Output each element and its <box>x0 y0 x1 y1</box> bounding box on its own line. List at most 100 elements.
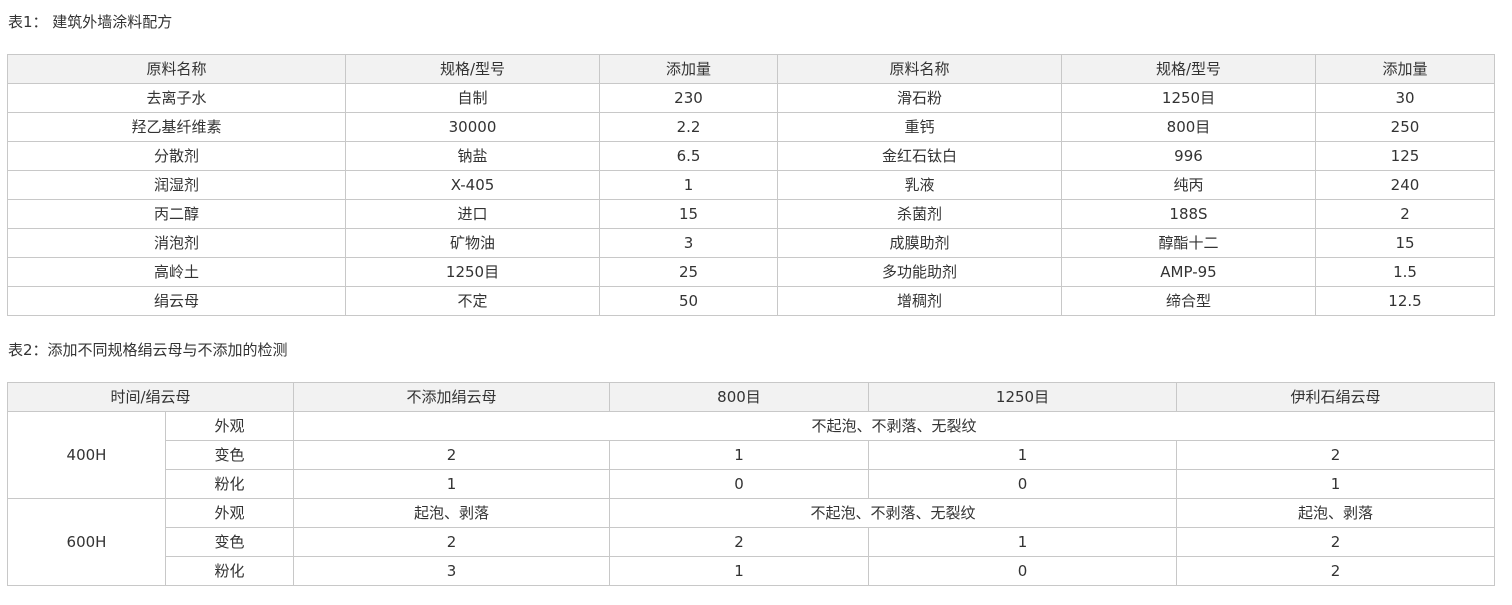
table-cell: 30 <box>1315 83 1495 113</box>
table-cell: 2 <box>293 440 610 470</box>
row-label: 粉化 <box>165 469 294 499</box>
table-cell: 800目 <box>1061 112 1316 142</box>
table1-header-row: 原料名称 规格/型号 添加量 原料名称 规格/型号 添加量 <box>7 54 1495 84</box>
table-cell: 增稠剂 <box>777 286 1062 316</box>
table-cell: 30000 <box>345 112 600 142</box>
table-row: 消泡剂 矿物油 3 成膜助剂 醇酯十二 15 <box>7 228 1495 258</box>
table-row: 分散剂 钠盐 6.5 金红石钛白 996 125 <box>7 141 1495 171</box>
merged-cell: 不起泡、不剥落、无裂纹 <box>609 498 1177 528</box>
header-spec: 规格/型号 <box>345 54 600 84</box>
merged-cell: 不起泡、不剥落、无裂纹 <box>293 411 1495 441</box>
table-cell: 1250目 <box>345 257 600 287</box>
table-cell: 绢云母 <box>7 286 346 316</box>
header-illite-mica: 伊利石绢云母 <box>1176 382 1495 412</box>
table-row: 去离子水 自制 230 滑石粉 1250目 30 <box>7 83 1495 113</box>
table-cell: 1 <box>609 556 869 586</box>
table-cell: 1.5 <box>1315 257 1495 287</box>
table-cell: 1250目 <box>1061 83 1316 113</box>
table-cell: 缔合型 <box>1061 286 1316 316</box>
table-cell: 成膜助剂 <box>777 228 1062 258</box>
table-cell: 重钙 <box>777 112 1062 142</box>
header-800-mesh: 800目 <box>609 382 869 412</box>
table-cell: 乳液 <box>777 170 1062 200</box>
table-cell: 50 <box>599 286 778 316</box>
table-row: 润湿剂 X-405 1 乳液 纯丙 240 <box>7 170 1495 200</box>
test-results-table: 时间/绢云母 不添加绢云母 800目 1250目 伊利石绢云母 400H 外观 … <box>7 382 1495 586</box>
table-cell: 1 <box>609 440 869 470</box>
table-row: 600H 外观 起泡、剥落 不起泡、不剥落、无裂纹 起泡、剥落 <box>7 498 1495 586</box>
table-cell: 6.5 <box>599 141 778 171</box>
time-cell-400h: 400H <box>7 411 166 499</box>
header-no-mica: 不添加绢云母 <box>293 382 610 412</box>
table-row: 粉化 1 0 0 1 <box>8 469 1495 499</box>
table-cell: 1 <box>599 170 778 200</box>
table-cell: 1 <box>1176 469 1495 499</box>
table-cell: 2 <box>1315 199 1495 229</box>
table-cell: 250 <box>1315 112 1495 142</box>
table-cell: 3 <box>293 556 610 586</box>
table-row: 变色 2 1 1 2 <box>8 440 1495 470</box>
table-row: 400H 外观 不起泡、不剥落、无裂纹 <box>7 411 1495 499</box>
table-cell: 2 <box>1176 527 1495 557</box>
table-cell: 纯丙 <box>1061 170 1316 200</box>
table-row: 变色 2 2 1 2 <box>8 527 1495 557</box>
formula-table: 原料名称 规格/型号 添加量 原料名称 规格/型号 添加量 去离子水 自制 23… <box>7 54 1495 316</box>
row-label: 变色 <box>165 440 294 470</box>
header-amount: 添加量 <box>599 54 778 84</box>
table-cell: 15 <box>1315 228 1495 258</box>
table-cell: 15 <box>599 199 778 229</box>
table-cell: 1 <box>868 527 1177 557</box>
table2-caption: 表2：添加不同规格绢云母与不添加的检测 <box>8 341 288 359</box>
table-cell: 不定 <box>345 286 600 316</box>
table-row: 粉化 3 1 0 2 <box>8 556 1495 586</box>
table-cell: 高岭土 <box>7 257 346 287</box>
table-cell: 1 <box>868 440 1177 470</box>
row-label: 变色 <box>165 527 294 557</box>
table-cell: 2 <box>1176 556 1495 586</box>
table-cell: 996 <box>1061 141 1316 171</box>
table-cell: 2 <box>1176 440 1495 470</box>
row-label: 粉化 <box>165 556 294 586</box>
time-cell-600h: 600H <box>7 498 166 586</box>
table-cell: 12.5 <box>1315 286 1495 316</box>
table-cell: 羟乙基纤维素 <box>7 112 346 142</box>
table-cell: 矿物油 <box>345 228 600 258</box>
header-spec-2: 规格/型号 <box>1061 54 1316 84</box>
table-cell: AMP-95 <box>1061 257 1316 287</box>
table-cell: 钠盐 <box>345 141 600 171</box>
table1-caption: 表1： 建筑外墙涂料配方 <box>8 13 173 31</box>
table-cell: 滑石粉 <box>777 83 1062 113</box>
row-label: 外观 <box>165 411 294 441</box>
table-cell: 杀菌剂 <box>777 199 1062 229</box>
table-cell: 金红石钛白 <box>777 141 1062 171</box>
table-cell: 0 <box>868 469 1177 499</box>
header-time-mica: 时间/绢云母 <box>7 382 294 412</box>
table-cell: 进口 <box>345 199 600 229</box>
table-row: 羟乙基纤维素 30000 2.2 重钙 800目 250 <box>7 112 1495 142</box>
table-cell: 230 <box>599 83 778 113</box>
header-material-name: 原料名称 <box>7 54 346 84</box>
table-cell: 消泡剂 <box>7 228 346 258</box>
header-amount-2: 添加量 <box>1315 54 1495 84</box>
table-cell: 2.2 <box>599 112 778 142</box>
table-cell: 丙二醇 <box>7 199 346 229</box>
table-row: 高岭土 1250目 25 多功能助剂 AMP-95 1.5 <box>7 257 1495 287</box>
table-cell: 起泡、剥落 <box>1176 498 1495 528</box>
table-cell: 188S <box>1061 199 1316 229</box>
table-cell: 润湿剂 <box>7 170 346 200</box>
table-row: 丙二醇 进口 15 杀菌剂 188S 2 <box>7 199 1495 229</box>
table-cell: 去离子水 <box>7 83 346 113</box>
table-row: 绢云母 不定 50 增稠剂 缔合型 12.5 <box>7 286 1495 316</box>
header-material-name-2: 原料名称 <box>777 54 1062 84</box>
table-cell: 25 <box>599 257 778 287</box>
table-cell: 0 <box>609 469 869 499</box>
table-cell: 125 <box>1315 141 1495 171</box>
table-cell: X-405 <box>345 170 600 200</box>
table-cell: 1 <box>293 469 610 499</box>
table2-header-row: 时间/绢云母 不添加绢云母 800目 1250目 伊利石绢云母 <box>7 382 1495 412</box>
table-cell: 起泡、剥落 <box>293 498 610 528</box>
table-cell: 0 <box>868 556 1177 586</box>
header-1250-mesh: 1250目 <box>868 382 1177 412</box>
table-cell: 2 <box>293 527 610 557</box>
table-cell: 2 <box>609 527 869 557</box>
